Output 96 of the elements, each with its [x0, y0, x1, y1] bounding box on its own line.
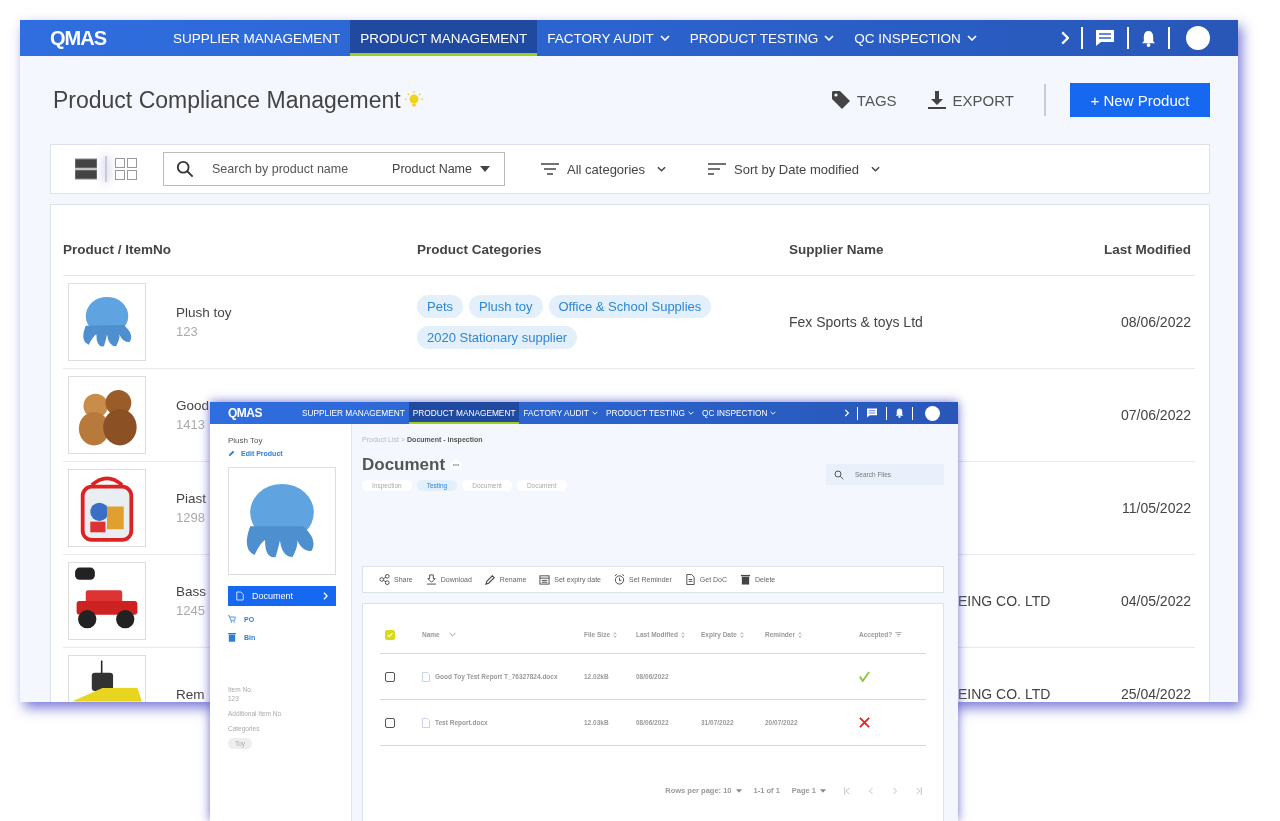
logo[interactable]: QMAS: [50, 26, 163, 50]
page-title: Product Compliance Management: [53, 86, 401, 114]
file-icon: [422, 671, 430, 682]
product-name: Good: [176, 398, 210, 413]
item-number: 1413: [176, 417, 206, 432]
product-name: Rem: [176, 686, 205, 702]
nav-tab[interactable]: SUPPLIER MANAGEMENT: [163, 20, 351, 56]
filter-icon: [541, 163, 559, 175]
chat-icon[interactable]: [1095, 29, 1115, 47]
chevron-down-icon: [448, 632, 456, 637]
chevron-down-icon: [657, 166, 667, 172]
supplier-name: EING CO. LTD: [958, 686, 1052, 702]
product-name: Plush toy: [176, 305, 232, 320]
share-icon: [379, 574, 390, 585]
column-header: Last Modified: [1104, 241, 1192, 257]
grid-view-icon[interactable]: [115, 158, 137, 180]
nav-tab[interactable]: FACTORY AUDIT: [519, 402, 602, 424]
pencil-icon: [228, 450, 235, 457]
item-number: 1298: [176, 510, 206, 525]
download-icon: [425, 574, 437, 585]
nav-tab[interactable]: SUPPLIER MANAGEMENT: [298, 402, 409, 424]
logo[interactable]: QMAS: [228, 406, 298, 420]
caret-icon: [966, 35, 977, 41]
column-header: Product Categories: [417, 241, 543, 257]
nav-tab[interactable]: PRODUCT TESTING: [601, 402, 698, 424]
caret-icon: [659, 35, 670, 41]
product-name: Piast: [176, 491, 206, 506]
chevron-right-icon[interactable]: [844, 409, 849, 417]
caret-icon: [820, 788, 826, 793]
supplier-name: Fex Sports & toys Ltd: [789, 314, 924, 330]
search-field-dropdown[interactable]: Product Name: [392, 162, 490, 176]
chevron-down-icon: [871, 166, 881, 172]
nav-tab[interactable]: PRODUCT MANAGEMENT: [408, 402, 520, 424]
modified-date: 11/05/2022: [1121, 500, 1192, 516]
nav-tab[interactable]: PRODUCT MANAGEMENT: [350, 20, 538, 56]
search-icon: [176, 160, 194, 178]
search-field[interactable]: Search by product name Product Name: [163, 152, 505, 186]
sort-icon: [739, 631, 744, 638]
nav-tab[interactable]: QC INSPECTION: [844, 20, 987, 56]
export-button[interactable]: EXPORT: [926, 90, 1014, 110]
product-name: Bass: [176, 584, 206, 599]
pencil-icon: [484, 574, 496, 585]
product-name: Plush Toy: [228, 436, 263, 445]
sidebar-item[interactable]: Document: [228, 586, 336, 606]
bell-icon[interactable]: [895, 408, 904, 418]
modified-date: 07/06/2022: [1120, 407, 1192, 423]
category-tag: Office & School Supplies: [548, 295, 712, 318]
download-icon: [926, 90, 947, 110]
row-checkbox[interactable]: [385, 717, 395, 728]
column-header: Supplier Name: [789, 241, 885, 257]
document-icon: [236, 591, 244, 601]
avatar[interactable]: [1186, 26, 1210, 50]
select-all-checkbox[interactable]: [385, 629, 395, 640]
document-icon: [684, 574, 696, 585]
sort-icon: [708, 163, 727, 175]
alarm-clock-icon: [614, 574, 625, 585]
avatar[interactable]: [925, 405, 940, 421]
modified-date: 25/04/2022: [1120, 686, 1192, 702]
chat-icon[interactable]: [866, 408, 878, 418]
item-number: 123: [176, 324, 199, 339]
tag-icon: [830, 90, 851, 110]
caret-icon: [591, 411, 598, 415]
sort-icon: [680, 631, 685, 638]
category-filter[interactable]: All categories: [535, 160, 673, 178]
caret-icon: [824, 35, 835, 41]
modified-date: 04/05/2022: [1120, 593, 1192, 609]
cart-icon: [228, 614, 236, 624]
search-icon: [834, 469, 844, 480]
file-icon: [422, 717, 430, 728]
supplier-name: EING CO. LTD: [958, 593, 1052, 609]
modified-date: 08/06/2022: [1120, 314, 1192, 330]
caret-icon: [480, 166, 490, 172]
category-tag: Plush toy: [469, 295, 543, 318]
trash-icon: [740, 574, 752, 585]
category-tag: 2020 Stationary supplier: [417, 326, 578, 349]
document-heading: Document: [362, 455, 446, 475]
nav-tab[interactable]: PRODUCT TESTING: [679, 20, 845, 56]
caret-icon: [687, 411, 694, 415]
bell-icon[interactable]: [1141, 29, 1156, 47]
chevron-right-icon: [323, 592, 328, 600]
filter-icon: [895, 632, 903, 637]
item-number: 1245: [176, 603, 206, 618]
list-view-icon[interactable]: [75, 158, 97, 180]
category-tag: Pets: [417, 295, 463, 318]
row-checkbox[interactable]: [385, 671, 395, 682]
trash-icon: [228, 632, 236, 642]
caret-icon: [735, 788, 742, 793]
sort-dropdown[interactable]: Sort by Date modified: [702, 160, 887, 178]
column-header: Product / ItemNo: [63, 241, 172, 257]
nav-tab[interactable]: FACTORY AUDIT: [537, 20, 680, 56]
calendar-icon: [539, 574, 551, 585]
chevron-right-icon[interactable]: [1060, 31, 1069, 45]
caret-icon: [770, 411, 777, 415]
nav-tab[interactable]: QC INSPECTION: [697, 402, 781, 424]
new-product-button[interactable]: + New Product: [1070, 83, 1210, 117]
tags-button[interactable]: TAGS: [830, 90, 897, 110]
